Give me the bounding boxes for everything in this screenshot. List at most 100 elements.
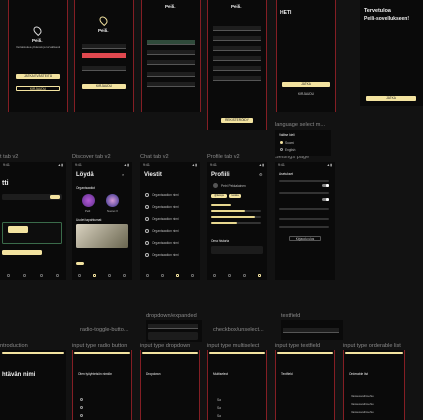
login-submit-button[interactable]: KIRJAUDU <box>82 84 126 89</box>
label-textfield-type: input type textfield <box>275 343 321 349</box>
radio-input-screen: Olen työyhteisön nimiön <box>72 350 132 420</box>
settings-title: Asetukset <box>279 172 293 176</box>
chat-item[interactable]: Organisaation nimi <box>152 193 179 197</box>
intro-continue-button[interactable]: JATKA <box>366 96 416 101</box>
orderable-option[interactable]: Vastausvaihtoehto <box>351 410 374 414</box>
profile-tag[interactable]: luokka <box>229 194 241 198</box>
name-field[interactable] <box>147 40 195 45</box>
settings-screen: 9:41 ▲▮ Asetukset Kirjaudu ulos <box>275 162 335 280</box>
label-radio: radio-toggle-butto... <box>80 327 129 333</box>
event-tag <box>76 262 84 265</box>
highlight-tag <box>8 226 28 233</box>
app-name: Peili. <box>98 28 109 33</box>
chat-item[interactable]: Organisaation nimi <box>152 229 179 233</box>
radio-unselected-icon[interactable] <box>280 148 283 151</box>
radio-question: Olen työyhteisön nimiön <box>78 372 113 376</box>
radio-icon[interactable] <box>80 406 83 409</box>
home-icon[interactable] <box>6 274 10 277</box>
intro-subheading: Peili-sovellukseen! <box>364 16 410 22</box>
progress-bar <box>74 352 130 354</box>
register-submit-button[interactable]: REKISTERÖIDY <box>221 118 253 123</box>
language-option[interactable]: Suomi <box>285 141 294 145</box>
orderable-option[interactable]: Vastausvaihtoehto <box>351 402 374 406</box>
logout-button[interactable]: Kirjaudu ulos <box>289 236 321 241</box>
chat-icon[interactable] <box>39 274 43 277</box>
dropdown-menu[interactable] <box>148 332 198 340</box>
chat-avatar <box>145 217 149 221</box>
app-name: Peili. <box>231 4 242 9</box>
next-button[interactable]: JATKA <box>282 82 330 87</box>
email-field[interactable] <box>147 50 195 55</box>
register-screen: Peili. <box>141 0 201 112</box>
orderable-option[interactable]: Vastausvaihtoehto <box>351 394 374 398</box>
setting-toggle[interactable] <box>322 184 329 188</box>
label-checkbox: checkbox/unselect... <box>213 327 264 333</box>
multiselect-option[interactable]: Sa <box>217 406 221 410</box>
home-screen-partial: 9:41 ▲▮ tti <box>0 162 66 280</box>
label-introduction: ntroduction <box>0 343 28 349</box>
radio-selected-icon[interactable] <box>280 141 283 144</box>
password-field-error[interactable] <box>82 53 126 58</box>
discover-screen: 9:41 ▲▮ Löydä ⌕ Organisaatiot Peili Nuore… <box>72 162 132 280</box>
profile-screen: 9:41 ▲▮ Profiili ⚙ Petri Pekkalainen @tie… <box>207 162 267 280</box>
progress-bar <box>2 352 64 354</box>
label-language-select: language select m... <box>275 122 326 128</box>
secondary-button[interactable]: KIRJAUDU <box>282 92 330 97</box>
search-icon[interactable]: ⌕ <box>122 172 124 177</box>
setting-toggle[interactable] <box>322 198 329 202</box>
org-name: Peili <box>85 209 91 213</box>
form-field-1[interactable] <box>213 26 261 31</box>
login-button[interactable]: KIRJAUDU <box>16 86 60 91</box>
language-option[interactable]: English <box>285 148 295 152</box>
multiselect-option[interactable]: Sa <box>217 398 221 402</box>
chat-item[interactable]: Organisaation nimi <box>152 205 179 209</box>
phone-field[interactable] <box>147 60 195 65</box>
progress-bar <box>209 352 265 354</box>
pin-logo-icon <box>97 14 110 27</box>
register-form-long: Peili. REKISTERÖIDY <box>207 0 267 130</box>
confirm-password-field[interactable] <box>147 82 195 87</box>
language-select-panel: Valitse kieli Suomi English <box>275 130 331 156</box>
repeat-field[interactable] <box>82 66 126 71</box>
chat-avatar <box>145 241 149 245</box>
org-avatar[interactable] <box>106 194 119 207</box>
dropdown-input[interactable] <box>148 324 198 329</box>
profile-icon[interactable] <box>258 274 261 277</box>
password-field[interactable] <box>147 72 195 77</box>
chat-item[interactable]: Organisaation nimi <box>152 253 179 257</box>
label-textfield: textfield <box>281 313 301 319</box>
dropdown-title: Dropdown <box>146 372 161 376</box>
chat-item[interactable]: Organisaation nimi <box>152 241 179 245</box>
chat-item[interactable]: Organisaation nimi <box>152 217 179 221</box>
multiselect-option[interactable]: Sa <box>217 414 221 418</box>
name-question: htävän nimi <box>2 372 36 378</box>
org-avatar[interactable] <box>82 194 95 207</box>
history-item[interactable] <box>211 246 263 254</box>
gear-icon[interactable]: ⚙ <box>259 172 263 177</box>
chat-avatar <box>145 229 149 233</box>
label-dropdown-type: input type dropdown <box>140 343 191 349</box>
profile-tag[interactable]: @tietoja <box>211 194 227 198</box>
discover-title: Löydä <box>76 172 94 178</box>
chat-icon[interactable] <box>176 274 179 277</box>
intro-welcome-screen: Tervetuloa Peili-sovellukseen! JATKA <box>360 0 423 106</box>
textfield-input[interactable] <box>283 328 339 333</box>
form-field-6[interactable] <box>213 76 261 81</box>
search-icon[interactable] <box>93 274 96 277</box>
search-icon[interactable] <box>23 274 27 277</box>
email-field[interactable] <box>82 44 126 49</box>
event-image[interactable] <box>76 224 128 248</box>
form-field-5[interactable] <box>213 66 261 71</box>
avatar <box>213 183 218 188</box>
form-field-2[interactable] <box>213 36 261 41</box>
form-field-4[interactable] <box>213 56 261 61</box>
profile-title: Profiili <box>211 172 230 178</box>
form-field-3[interactable] <box>213 46 261 51</box>
profile-icon[interactable] <box>56 274 60 277</box>
org-name: Nuoret X <box>107 209 119 213</box>
textfield-title: Textfield <box>281 372 293 376</box>
pin-logo-icon <box>31 24 44 37</box>
radio-icon[interactable] <box>80 414 83 417</box>
continue-button[interactable]: JATKA EVÄSTEITÄ <box>16 74 60 79</box>
radio-icon[interactable] <box>80 398 83 401</box>
